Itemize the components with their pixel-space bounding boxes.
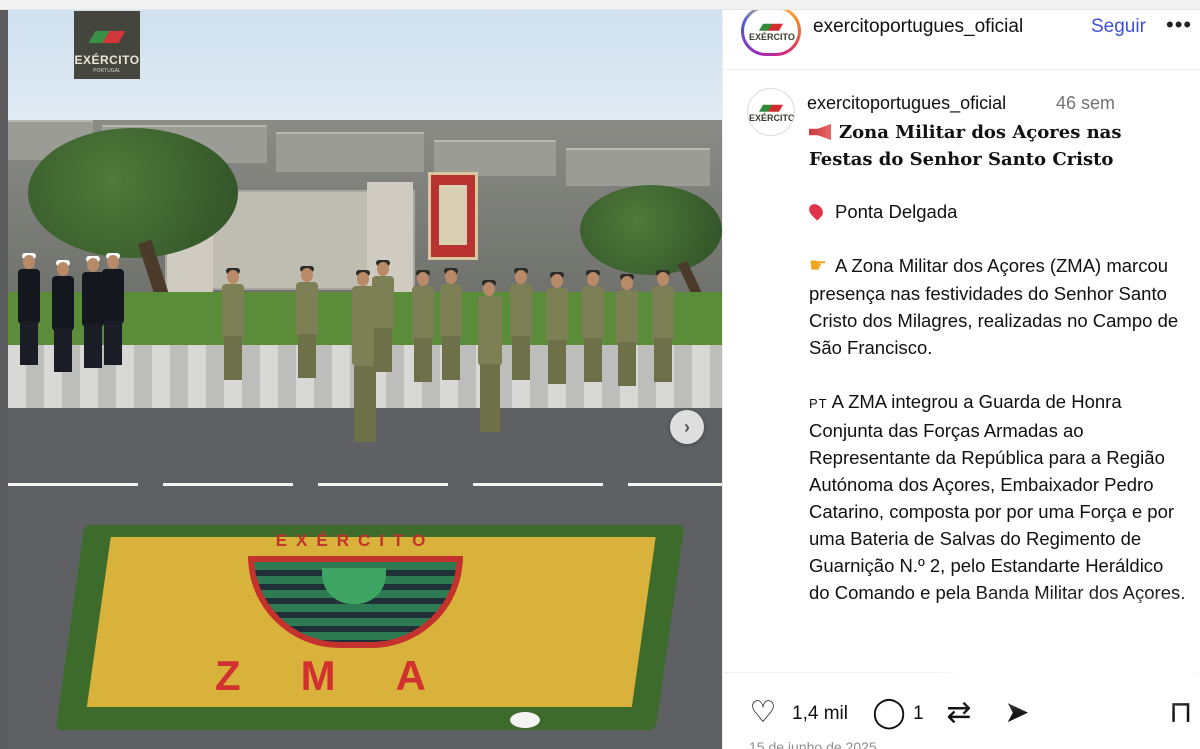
flag-icon [758,23,784,31]
sailor [82,256,104,368]
blurred-overlay [955,622,1195,682]
action-bar: ♡ 1,4 mil ◯ 1 ⇄ ➤ ⊓ 15 de junho de 2025 [723,672,1200,749]
soldier [546,272,568,384]
share-icon[interactable]: ➤ [999,695,1035,731]
repost-icon[interactable]: ⇄ [941,695,977,731]
megaphone-icon [809,124,831,140]
soldier [616,274,638,386]
carousel-next-button[interactable]: › [670,410,704,444]
bookmark-icon[interactable]: ⊓ [1163,695,1199,731]
soldier [652,270,674,382]
comment-count[interactable]: 1 [913,703,924,725]
soldier [412,270,434,382]
heraldic-banner [428,172,478,260]
logo-text: EXÉRCITO [74,53,140,67]
carpet-word: EXÉRCITO [275,531,435,550]
caption-username[interactable]: exercitoportugues_oficial [807,93,1006,114]
soldier [582,270,604,382]
soldier [440,268,462,380]
caption: EXÉRCITO exercitoportugues_oficial 46 se… [723,80,1200,670]
shield-crest [322,568,386,604]
post-photo[interactable]: EXÉRCITO ZMA EXÉRCITO PORTUGAL › [0,0,722,749]
caption-avatar[interactable]: EXÉRCITO [747,88,795,136]
battlement [434,140,556,176]
sailor [52,260,74,372]
heart-icon[interactable]: ♡ [745,695,781,731]
header-username[interactable]: exercitoportugues_oficial [813,16,1023,38]
soldier [222,268,244,380]
sailor [18,253,40,365]
post-time[interactable]: 46 sem [1056,93,1115,114]
follow-button[interactable]: Seguir [1091,16,1146,38]
logo-subtext: PORTUGAL [93,68,121,74]
caption-title: Zona Militar dos Açores nas Festas do Se… [809,122,1122,170]
banner-emblem [439,185,467,245]
more-options-icon[interactable]: ••• [1166,12,1192,38]
army-logo: EXÉRCITO PORTUGAL [74,11,140,79]
tree [580,185,722,275]
soldier [510,268,532,380]
logo-flag-icon [88,31,126,45]
caption-paragraph: PT A ZMA integrou a Guarda de Honra Conju… [809,391,1186,603]
chevron-right-icon: › [684,416,690,437]
road-marking [8,483,722,486]
soldier [372,260,394,372]
avatar-logo: EXÉRCITO [749,104,794,123]
tree [28,128,238,258]
caption-paragraph: ☛ A Zona Militar dos Açores (ZMA) marcou … [809,255,1179,358]
post-date: 15 de junho de 2025 [749,739,877,749]
caption-body: Ponta Delgada ☛ A Zona Militar dos Açores… [806,198,1189,633]
pointing-hand-icon: ☛ [809,255,827,277]
battlement [566,148,710,186]
sailor [102,253,124,365]
caption-location: Ponta Delgada [806,198,1189,225]
header-avatar[interactable]: EXÉRCITO [741,6,801,56]
battlement [276,132,424,172]
post-header: EXÉRCITO exercitoportugues_oficial Segui… [723,0,1200,70]
comment-icon[interactable]: ◯ [871,695,907,731]
avatar-logo: EXÉRCITO [749,23,795,42]
soldier [296,266,318,378]
location-pin-icon [806,201,826,221]
soldier [478,280,502,432]
flag-icon [758,104,784,112]
carpet-zma-letters: ZMA [215,652,486,699]
post-side-panel: EXÉRCITO exercitoportugues_oficial Segui… [722,0,1200,749]
like-count[interactable]: 1,4 mil [792,703,848,725]
flower-pot [510,712,540,728]
flag-pt-icon: PT [809,396,828,411]
browser-top-strip [0,0,1200,10]
